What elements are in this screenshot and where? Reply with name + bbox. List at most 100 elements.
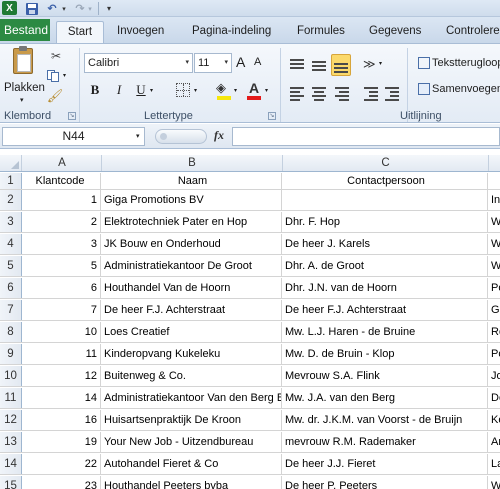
row-header[interactable]: 4 <box>0 234 22 254</box>
cell-naam[interactable]: Administratiekantoor Van den Berg BV <box>102 388 282 408</box>
row-header[interactable]: 8 <box>0 322 22 342</box>
select-all-corner[interactable] <box>0 155 22 171</box>
cell-contactpersoon[interactable]: Contactpersoon <box>283 173 488 189</box>
row-header[interactable]: 1 <box>0 173 22 189</box>
cell-column-d[interactable]: In <box>489 190 500 210</box>
cell-klantcode[interactable]: 12 <box>23 366 101 386</box>
row-header[interactable]: 15 <box>0 476 22 489</box>
copy-dropdown-icon[interactable]: ▾ <box>63 72 66 79</box>
cell-column-d[interactable]: Po <box>489 344 500 364</box>
cell-klantcode[interactable]: 23 <box>23 476 101 489</box>
cell-klantcode[interactable]: 3 <box>23 234 101 254</box>
cell-contactpersoon[interactable]: mevrouw R.M. Rademaker <box>283 432 488 452</box>
cell-naam[interactable]: Your New Job - Uitzendbureau <box>102 432 282 452</box>
name-box[interactable]: N44 <box>2 127 145 146</box>
cell-column-d[interactable] <box>489 173 500 189</box>
row-header[interactable]: 2 <box>0 190 22 210</box>
cell-klantcode[interactable]: 16 <box>23 410 101 430</box>
redo-dropdown-icon[interactable]: ▾ <box>86 1 94 16</box>
underline-button[interactable]: U <box>132 81 150 99</box>
cell-contactpersoon[interactable]: Dhr. J.N. van de Hoorn <box>283 278 488 298</box>
name-box-dropdown-icon[interactable]: ▾ <box>136 132 140 140</box>
column-header-a[interactable]: A <box>23 155 102 171</box>
tab-page-layout[interactable]: Pagina-indeling <box>188 21 275 43</box>
orientation-dropdown-icon[interactable]: ▾ <box>379 60 382 67</box>
cell-contactpersoon[interactable]: De heer J.J. Fieret <box>283 454 488 474</box>
cell-column-d[interactable]: Ar <box>489 432 500 452</box>
increase-indent-icon[interactable] <box>383 85 401 101</box>
cell-klantcode[interactable]: 22 <box>23 454 101 474</box>
save-icon[interactable] <box>24 1 40 16</box>
fill-color-dropdown-icon[interactable]: ▾ <box>234 87 237 94</box>
row-header[interactable]: 13 <box>0 432 22 452</box>
row-header[interactable]: 5 <box>0 256 22 276</box>
font-color-dropdown-icon[interactable]: ▾ <box>265 87 268 94</box>
scissors-icon[interactable]: ✂ <box>48 48 64 64</box>
cell-klantcode[interactable]: 10 <box>23 322 101 342</box>
cell-contactpersoon[interactable]: De heer P. Peeters <box>283 476 488 489</box>
underline-dropdown-icon[interactable]: ▾ <box>150 87 153 94</box>
tab-file[interactable]: Bestand <box>0 19 50 41</box>
align-right-icon[interactable] <box>333 85 351 101</box>
grow-font-icon[interactable]: A <box>236 54 245 70</box>
column-header-c[interactable]: C <box>283 155 489 171</box>
cell-klantcode[interactable]: 5 <box>23 256 101 276</box>
align-top-icon[interactable] <box>288 57 306 73</box>
italic-button[interactable]: I <box>110 81 128 99</box>
font-name-select[interactable]: Calibri ▾ <box>84 53 193 73</box>
column-header-b[interactable]: B <box>102 155 283 171</box>
row-header[interactable]: 12 <box>0 410 22 430</box>
align-bottom-icon[interactable] <box>331 54 351 76</box>
row-header[interactable]: 14 <box>0 454 22 474</box>
paste-dropdown-icon[interactable]: ▾ <box>20 96 24 104</box>
column-header-d[interactable] <box>489 155 500 171</box>
cell-contactpersoon[interactable]: Mevrouw S.A. Flink <box>283 366 488 386</box>
cell-contactpersoon[interactable]: Mw. J.A. van den Berg <box>283 388 488 408</box>
fill-color-icon[interactable]: ◈ <box>216 80 226 96</box>
cell-klantcode[interactable]: 2 <box>23 212 101 232</box>
cell-contactpersoon[interactable]: De heer J. Karels <box>283 234 488 254</box>
cell-column-d[interactable]: W <box>489 476 500 489</box>
cell-naam[interactable]: Administratiekantoor De Groot <box>102 256 282 276</box>
row-header[interactable]: 11 <box>0 388 22 408</box>
copy-icon[interactable] <box>46 68 62 84</box>
tab-review[interactable]: Controleren <box>442 21 500 43</box>
undo-icon[interactable]: ↶ <box>44 1 60 16</box>
cell-contactpersoon[interactable]: Dhr. F. Hop <box>283 212 488 232</box>
cell-contactpersoon[interactable]: Mw. L.J. Haren - de Bruine <box>283 322 488 342</box>
cell-column-d[interactable]: Ke <box>489 410 500 430</box>
decrease-indent-icon[interactable] <box>362 85 380 101</box>
format-painter-icon[interactable]: 🖌 <box>47 88 64 104</box>
cell-naam[interactable]: De heer F.J. Achterstraat <box>102 300 282 320</box>
tab-data[interactable]: Gegevens <box>365 21 425 43</box>
cell-column-d[interactable]: Po <box>489 278 500 298</box>
bold-button[interactable]: B <box>86 81 104 99</box>
cell-column-d[interactable]: W <box>489 256 500 276</box>
merge-center-button[interactable]: Samenvoegen <box>416 79 500 101</box>
customize-toolbar-icon[interactable]: ▾ <box>104 1 114 16</box>
borders-icon[interactable] <box>176 83 190 97</box>
clipboard-launcher-icon[interactable]: ↘ <box>68 112 76 120</box>
wrap-text-button[interactable]: Tekstterugloop <box>416 53 500 75</box>
paste-button[interactable]: Plakken ▾ <box>4 46 45 104</box>
cell-contactpersoon[interactable]: Dhr. A. de Groot <box>283 256 488 276</box>
row-header[interactable]: 9 <box>0 344 22 364</box>
cell-naam[interactable]: Kinderopvang Kukeleku <box>102 344 282 364</box>
cell-naam[interactable]: Naam <box>102 173 282 189</box>
cell-column-d[interactable]: Gr <box>489 300 500 320</box>
cell-column-d[interactable]: W <box>489 212 500 232</box>
cell-klantcode[interactable]: 7 <box>23 300 101 320</box>
cell-contactpersoon[interactable]: Mw. D. de Bruin - Klop <box>283 344 488 364</box>
font-color-icon[interactable]: A <box>249 80 259 96</box>
row-header[interactable]: 6 <box>0 278 22 298</box>
formula-input[interactable] <box>232 127 500 146</box>
cell-contactpersoon[interactable] <box>283 190 488 210</box>
cell-column-d[interactable]: Jo <box>489 366 500 386</box>
row-header[interactable]: 7 <box>0 300 22 320</box>
cell-naam[interactable]: Buitenweg & Co. <box>102 366 282 386</box>
cell-contactpersoon[interactable]: De heer F.J. Achterstraat <box>283 300 488 320</box>
cell-column-d[interactable]: Ro <box>489 322 500 342</box>
cell-naam[interactable]: Loes Creatief <box>102 322 282 342</box>
cell-column-d[interactable]: De <box>489 388 500 408</box>
cell-klantcode[interactable]: 11 <box>23 344 101 364</box>
